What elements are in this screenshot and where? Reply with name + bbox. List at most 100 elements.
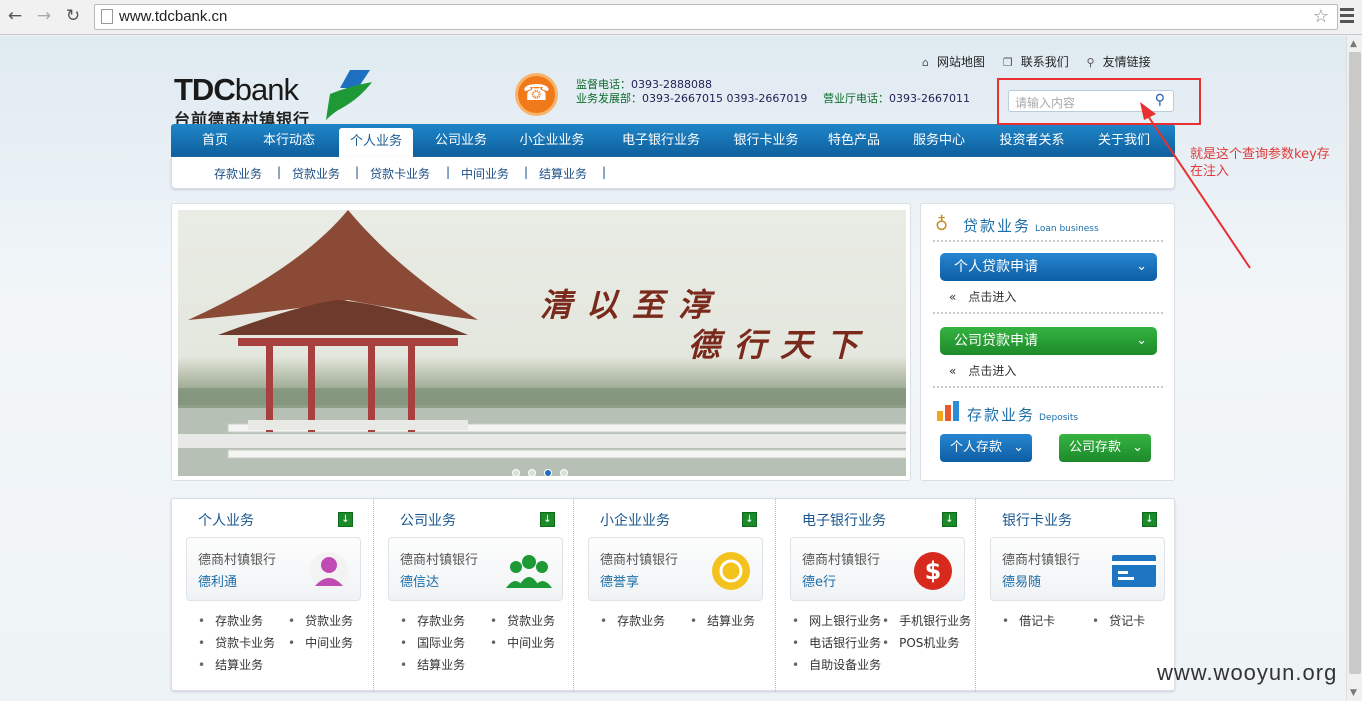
nav-item-ebank[interactable]: 电子银行业务 [611,124,711,157]
list-item[interactable]: 自助设备业务 [792,656,881,673]
list-item[interactable]: 贷款卡业务 [198,634,275,651]
nav-item-home[interactable]: 首页 [185,124,245,157]
deposit-title: 存款业务 Deposits [967,406,1079,424]
list-item[interactable]: POS机业务 [882,634,959,651]
home-icon: ⌂ [922,56,929,69]
star-icon[interactable]: ☆ [1313,6,1329,27]
subnav-settlement[interactable]: 结算业务 [539,165,587,182]
download-arrow-icon[interactable]: ↓ [338,512,353,527]
list-item[interactable]: 贷款业务 [490,612,555,629]
scrollbar-thumb[interactable] [1349,52,1361,674]
column-title[interactable]: 电子银行业务 [802,510,886,530]
phone-business: 业务发展部：0393-2667015 0393-2667019 [576,92,808,105]
list-item[interactable]: 结算业务 [400,656,465,673]
company-loan-enter-link[interactable]: «点击进入 [949,362,1016,379]
phone-hall: 营业厅电话：0393-2667011 [823,92,970,105]
column-ebank: 电子银行业务 ↓ 德商村镇银行 德e行 $ 网上银行业务 手机银行业务 电话银行… [776,499,976,692]
download-arrow-icon[interactable]: ↓ [742,512,757,527]
logo-en-bold: TDC [174,72,236,107]
contact-link[interactable]: 联系我们 [1021,55,1069,69]
list-item[interactable]: 贷记卡 [1092,612,1145,629]
url-text[interactable]: www.tdcbank.cn [119,8,227,25]
personal-deposit-button[interactable]: 个人存款 ⌄ [940,434,1032,462]
nav-item-small-business[interactable]: 小企业业务 [509,124,595,157]
scroll-up-icon[interactable]: ▲ [1350,39,1357,49]
nav-item-investor[interactable]: 投资者关系 [995,124,1069,157]
personal-loan-button[interactable]: 个人贷款申请 ⌄ [940,253,1157,281]
sitemap-link[interactable]: 网站地图 [937,55,985,69]
product-card[interactable]: 德商村镇银行 德誉享 [588,537,763,601]
banner-carousel[interactable]: 清以至淳 德行天下 [171,203,911,481]
nav-item-card[interactable]: 银行卡业务 [723,124,809,157]
banner-image[interactable]: 清以至淳 德行天下 [178,210,906,476]
list-item[interactable]: 借记卡 [1002,612,1055,629]
page-icon [101,9,113,24]
product-card[interactable]: 德商村镇银行 德信达 [388,537,563,601]
download-arrow-icon[interactable]: ↓ [942,512,957,527]
card-product-name: 德信达 [400,575,440,590]
subnav-deposit[interactable]: 存款业务 [214,165,262,182]
forward-icon[interactable]: → [33,6,55,26]
list-item[interactable]: 存款业务 [198,612,263,629]
list-item[interactable]: 手机银行业务 [882,612,971,629]
moneybag-icon: ♁ [935,214,949,235]
list-item[interactable]: 存款业务 [400,612,465,629]
column-title[interactable]: 小企业业务 [600,510,670,530]
scrollbar[interactable]: ▲ ▼ [1346,36,1362,701]
list-item[interactable]: 结算业务 [198,656,263,673]
personal-loan-enter-link[interactable]: «点击进入 [949,288,1016,305]
subnav-loan[interactable]: 贷款业务 [292,165,340,182]
menu-icon[interactable] [1340,8,1354,26]
nav-item-feature[interactable]: 特色产品 [821,124,887,157]
column-card: 银行卡业务 ↓ 德商村镇银行 德易随 借记卡 贷记卡 [976,499,1176,692]
column-title[interactable]: 个人业务 [198,510,254,530]
subnav-loan-card[interactable]: 贷款卡业务 [370,165,430,182]
column-personal: 个人业务 ↓ 德商村镇银行 德利通 存款业务 贷款业务 贷款卡业务 中间业务 结… [172,499,374,692]
nav-item-service[interactable]: 服务中心 [907,124,971,157]
company-loan-button[interactable]: 公司贷款申请 ⌄ [940,327,1157,355]
product-card[interactable]: 德商村镇银行 德利通 [186,537,361,601]
list-item[interactable]: 存款业务 [600,612,665,629]
bank-logo[interactable]: TDCbank 台前德商村镇银行 [174,70,384,129]
column-title[interactable]: 公司业务 [400,510,456,530]
carousel-dot-active[interactable] [544,469,552,476]
company-deposit-button[interactable]: 公司存款 ⌄ [1059,434,1151,462]
product-card[interactable]: 德商村镇银行 德e行 $ [790,537,965,601]
list-item[interactable]: 中间业务 [490,634,555,651]
product-card[interactable]: 德商村镇银行 德易随 [990,537,1165,601]
list-item[interactable]: 结算业务 [690,612,755,629]
logo-mark-icon [326,70,372,120]
card-product-name: 德易随 [1002,575,1042,590]
carousel-dot[interactable] [512,469,520,476]
friend-links[interactable]: 友情链接 [1103,55,1151,69]
list-item[interactable]: 网上银行业务 [792,612,881,629]
carousel-dot[interactable] [560,469,568,476]
download-arrow-icon[interactable]: ↓ [1142,512,1157,527]
list-item[interactable]: 中间业务 [288,634,353,651]
subnav-intermediary[interactable]: 中间业务 [461,165,509,182]
person-icon [310,552,348,590]
business-columns: 个人业务 ↓ 德商村镇银行 德利通 存款业务 贷款业务 贷款卡业务 中间业务 结… [171,498,1176,692]
column-company: 公司业务 ↓ 德商村镇银行 德信达 存款业务 贷款业务 国际业务 中间业务 结算… [374,499,574,692]
coin-icon [712,552,750,590]
reload-icon[interactable]: ↻ [62,6,84,26]
nav-item-company[interactable]: 公司业务 [425,124,497,157]
loan-title: 贷款业务 Loan business [963,217,1099,235]
list-item[interactable]: 电话银行业务 [792,634,881,651]
nav-item-news[interactable]: 本行动态 [255,124,323,157]
divider [933,386,1163,388]
list-item[interactable]: 国际业务 [400,634,465,651]
slogan-line2: 德行天下 [688,326,873,364]
column-title[interactable]: 银行卡业务 [1002,510,1072,530]
carousel-dot[interactable] [528,469,536,476]
contact-icon: ❐ [1002,56,1013,69]
back-icon[interactable]: ← [4,6,26,26]
card-bank-name: 德商村镇银行 [1002,553,1081,568]
list-item[interactable]: 贷款业务 [288,612,353,629]
scroll-down-icon[interactable]: ▼ [1350,688,1357,698]
dollar-icon: $ [914,552,952,590]
download-arrow-icon[interactable]: ↓ [540,512,555,527]
address-bar[interactable]: www.tdcbank.cn ☆ [94,4,1338,30]
nav-item-personal[interactable]: 个人业务 [339,128,413,157]
card-product-name: 德誉享 [600,575,640,590]
